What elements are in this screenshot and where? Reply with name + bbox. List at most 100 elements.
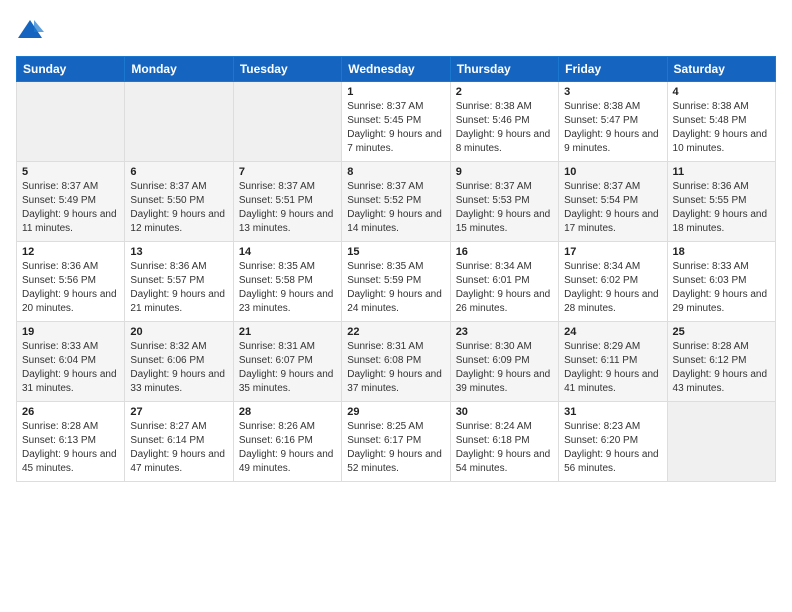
day-info: Sunrise: 8:33 AM Sunset: 6:03 PM Dayligh…: [673, 260, 770, 316]
calendar-cell: 28 Sunrise: 8:26 AM Sunset: 6:16 PM Dayli…: [233, 402, 341, 482]
day-info: Sunrise: 8:33 AM Sunset: 6:04 PM Dayligh…: [22, 340, 119, 396]
day-number: 22: [347, 326, 444, 338]
weekday-header-friday: Friday: [559, 57, 667, 82]
day-info: Sunrise: 8:37 AM Sunset: 5:45 PM Dayligh…: [347, 100, 444, 156]
day-info: Sunrise: 8:27 AM Sunset: 6:14 PM Dayligh…: [130, 420, 227, 476]
day-number: 9: [456, 166, 553, 178]
calendar-cell: 20 Sunrise: 8:32 AM Sunset: 6:06 PM Dayli…: [125, 322, 233, 402]
day-info: Sunrise: 8:29 AM Sunset: 6:11 PM Dayligh…: [564, 340, 661, 396]
day-number: 5: [22, 166, 119, 178]
calendar-week-3: 12Sunrise: 8:36 AM Sunset: 5:56 PM Dayli…: [17, 242, 776, 322]
calendar-cell: 30 Sunrise: 8:24 AM Sunset: 6:18 PM Dayli…: [450, 402, 558, 482]
day-number: 1: [347, 86, 444, 98]
day-info: Sunrise: 8:31 AM Sunset: 6:07 PM Dayligh…: [239, 340, 336, 396]
day-number: 30: [456, 406, 553, 418]
calendar-cell: 5 Sunrise: 8:37 AM Sunset: 5:49 PM Daylig…: [17, 162, 125, 242]
day-info: Sunrise: 8:31 AM Sunset: 6:08 PM Dayligh…: [347, 340, 444, 396]
calendar-cell: 13Sunrise: 8:36 AM Sunset: 5:57 PM Dayli…: [125, 242, 233, 322]
day-info: Sunrise: 8:28 AM Sunset: 6:13 PM Dayligh…: [22, 420, 119, 476]
calendar-cell: 12Sunrise: 8:36 AM Sunset: 5:56 PM Dayli…: [17, 242, 125, 322]
day-info: Sunrise: 8:38 AM Sunset: 5:47 PM Dayligh…: [564, 100, 661, 156]
day-info: Sunrise: 8:37 AM Sunset: 5:53 PM Dayligh…: [456, 180, 553, 236]
calendar-cell: 11 Sunrise: 8:36 AM Sunset: 5:55 PM Dayli…: [667, 162, 775, 242]
calendar-cell: [667, 402, 775, 482]
day-number: 6: [130, 166, 227, 178]
calendar-week-1: 1 Sunrise: 8:37 AM Sunset: 5:45 PM Daylig…: [17, 82, 776, 162]
day-number: 18: [673, 246, 770, 258]
calendar-cell: 10 Sunrise: 8:37 AM Sunset: 5:54 PM Dayli…: [559, 162, 667, 242]
day-number: 14: [239, 246, 336, 258]
day-info: Sunrise: 8:30 AM Sunset: 6:09 PM Dayligh…: [456, 340, 553, 396]
day-number: 10: [564, 166, 661, 178]
day-number: 23: [456, 326, 553, 338]
day-number: 28: [239, 406, 336, 418]
day-number: 25: [673, 326, 770, 338]
day-number: 21: [239, 326, 336, 338]
calendar-week-2: 5 Sunrise: 8:37 AM Sunset: 5:49 PM Daylig…: [17, 162, 776, 242]
day-number: 26: [22, 406, 119, 418]
weekday-header-thursday: Thursday: [450, 57, 558, 82]
day-number: 15: [347, 246, 444, 258]
calendar-cell: 18 Sunrise: 8:33 AM Sunset: 6:03 PM Dayli…: [667, 242, 775, 322]
calendar-cell: [125, 82, 233, 162]
calendar-cell: [17, 82, 125, 162]
page-header: [16, 16, 776, 44]
calendar-cell: 6 Sunrise: 8:37 AM Sunset: 5:50 PM Daylig…: [125, 162, 233, 242]
day-info: Sunrise: 8:35 AM Sunset: 5:58 PM Dayligh…: [239, 260, 336, 316]
calendar-cell: 26 Sunrise: 8:28 AM Sunset: 6:13 PM Dayli…: [17, 402, 125, 482]
day-info: Sunrise: 8:35 AM Sunset: 5:59 PM Dayligh…: [347, 260, 444, 316]
weekday-header-tuesday: Tuesday: [233, 57, 341, 82]
calendar-cell: 16 Sunrise: 8:34 AM Sunset: 6:01 PM Dayli…: [450, 242, 558, 322]
day-number: 27: [130, 406, 227, 418]
day-number: 17: [564, 246, 661, 258]
logo-icon: [16, 16, 44, 44]
day-info: Sunrise: 8:24 AM Sunset: 6:18 PM Dayligh…: [456, 420, 553, 476]
day-info: Sunrise: 8:32 AM Sunset: 6:06 PM Dayligh…: [130, 340, 227, 396]
day-number: 8: [347, 166, 444, 178]
day-info: Sunrise: 8:38 AM Sunset: 5:48 PM Dayligh…: [673, 100, 770, 156]
calendar-cell: 19 Sunrise: 8:33 AM Sunset: 6:04 PM Dayli…: [17, 322, 125, 402]
calendar-cell: 23 Sunrise: 8:30 AM Sunset: 6:09 PM Dayli…: [450, 322, 558, 402]
day-number: 24: [564, 326, 661, 338]
calendar-table: SundayMondayTuesdayWednesdayThursdayFrid…: [16, 56, 776, 482]
day-info: Sunrise: 8:26 AM Sunset: 6:16 PM Dayligh…: [239, 420, 336, 476]
day-info: Sunrise: 8:37 AM Sunset: 5:50 PM Dayligh…: [130, 180, 227, 236]
day-number: 31: [564, 406, 661, 418]
calendar-cell: 15 Sunrise: 8:35 AM Sunset: 5:59 PM Dayli…: [342, 242, 450, 322]
calendar-cell: 4 Sunrise: 8:38 AM Sunset: 5:48 PM Daylig…: [667, 82, 775, 162]
logo: [16, 16, 48, 44]
calendar-cell: 8Sunrise: 8:37 AM Sunset: 5:52 PM Daylig…: [342, 162, 450, 242]
calendar-cell: 21 Sunrise: 8:31 AM Sunset: 6:07 PM Dayli…: [233, 322, 341, 402]
calendar-cell: 22 Sunrise: 8:31 AM Sunset: 6:08 PM Dayli…: [342, 322, 450, 402]
weekday-header-saturday: Saturday: [667, 57, 775, 82]
day-number: 16: [456, 246, 553, 258]
weekday-header-monday: Monday: [125, 57, 233, 82]
calendar-week-5: 26 Sunrise: 8:28 AM Sunset: 6:13 PM Dayli…: [17, 402, 776, 482]
day-number: 20: [130, 326, 227, 338]
day-info: Sunrise: 8:37 AM Sunset: 5:49 PM Dayligh…: [22, 180, 119, 236]
calendar-cell: 2 Sunrise: 8:38 AM Sunset: 5:46 PM Daylig…: [450, 82, 558, 162]
calendar-cell: 27 Sunrise: 8:27 AM Sunset: 6:14 PM Dayli…: [125, 402, 233, 482]
calendar-cell: 31Sunrise: 8:23 AM Sunset: 6:20 PM Dayli…: [559, 402, 667, 482]
calendar-cell: 17Sunrise: 8:34 AM Sunset: 6:02 PM Dayli…: [559, 242, 667, 322]
day-number: 11: [673, 166, 770, 178]
day-number: 7: [239, 166, 336, 178]
day-info: Sunrise: 8:36 AM Sunset: 5:55 PM Dayligh…: [673, 180, 770, 236]
day-number: 2: [456, 86, 553, 98]
day-info: Sunrise: 8:34 AM Sunset: 6:01 PM Dayligh…: [456, 260, 553, 316]
calendar-cell: 9 Sunrise: 8:37 AM Sunset: 5:53 PM Daylig…: [450, 162, 558, 242]
day-info: Sunrise: 8:37 AM Sunset: 5:54 PM Dayligh…: [564, 180, 661, 236]
calendar-cell: 24 Sunrise: 8:29 AM Sunset: 6:11 PM Dayli…: [559, 322, 667, 402]
calendar-cell: 3 Sunrise: 8:38 AM Sunset: 5:47 PM Daylig…: [559, 82, 667, 162]
day-number: 29: [347, 406, 444, 418]
day-number: 19: [22, 326, 119, 338]
weekday-header-wednesday: Wednesday: [342, 57, 450, 82]
calendar-cell: 25Sunrise: 8:28 AM Sunset: 6:12 PM Dayli…: [667, 322, 775, 402]
calendar-cell: 7Sunrise: 8:37 AM Sunset: 5:51 PM Daylig…: [233, 162, 341, 242]
calendar-cell: [233, 82, 341, 162]
day-number: 3: [564, 86, 661, 98]
calendar-week-4: 19 Sunrise: 8:33 AM Sunset: 6:04 PM Dayli…: [17, 322, 776, 402]
calendar-cell: 1 Sunrise: 8:37 AM Sunset: 5:45 PM Daylig…: [342, 82, 450, 162]
day-info: Sunrise: 8:38 AM Sunset: 5:46 PM Dayligh…: [456, 100, 553, 156]
day-number: 4: [673, 86, 770, 98]
